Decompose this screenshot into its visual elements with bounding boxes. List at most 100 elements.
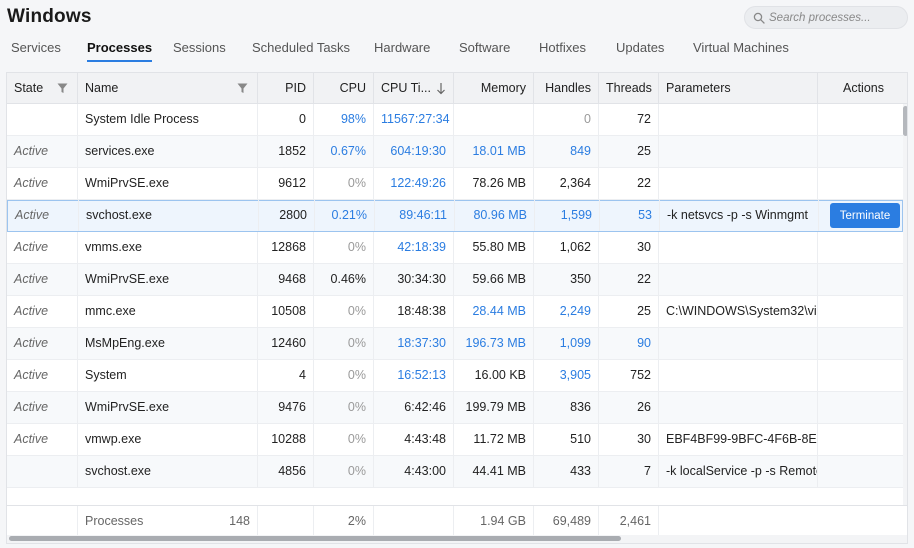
tab-scheduled-tasks[interactable]: Scheduled Tasks (252, 40, 350, 62)
table-row[interactable]: Active services.exe 1852 0.67% 604:19:30 18.0… (7, 136, 903, 168)
summary-threads: 2,461 (599, 506, 659, 536)
table-row[interactable]: Active WmiPrvSE.exe 9468 0.46% 30:34:30 59.66… (7, 264, 903, 296)
table-row[interactable]: Active mmc.exe 10508 0% 18:48:38 28.44 MB 2,24… (7, 296, 903, 328)
horizontal-scroll-thumb[interactable] (9, 536, 621, 541)
cell-pid: 2800 (259, 200, 315, 231)
cell-state: Active (7, 136, 78, 167)
cell-cpu-time: 11567:27:34 (374, 104, 454, 135)
cell-pid: 12460 (258, 328, 314, 359)
terminate-button[interactable]: Terminate (830, 203, 900, 228)
cell-name: MsMpEng.exe (78, 328, 258, 359)
summary-memory: 1.94 GB (454, 506, 534, 536)
summary-processes: Processes 148 (78, 506, 258, 536)
cell-actions (818, 360, 903, 391)
cell-name: vmms.exe (78, 232, 258, 263)
table-row[interactable]: svchost.exe 4856 0% 4:43:00 44.41 MB 433 7 -k l… (7, 456, 903, 488)
cell-parameters (659, 264, 818, 295)
cell-cpu: 0% (314, 232, 374, 263)
cell-parameters (659, 136, 818, 167)
cell-state: Active (7, 392, 78, 423)
cell-cpu-time: 30:34:30 (374, 264, 454, 295)
column-header-threads[interactable]: Threads (599, 73, 659, 104)
cell-cpu-time: 122:49:26 (374, 168, 454, 199)
tab-hotfixes[interactable]: Hotfixes (539, 40, 586, 62)
tab-hardware[interactable]: Hardware (374, 40, 430, 62)
tab-virtual-machines[interactable]: Virtual Machines (693, 40, 789, 62)
table-row[interactable]: Active vmms.exe 12868 0% 42:18:39 55.80 MB 1,0… (7, 232, 903, 264)
cell-cpu-time: 604:19:30 (374, 136, 454, 167)
cell-handles: 849 (534, 136, 599, 167)
column-label: State (14, 81, 44, 95)
tab-services[interactable]: Services (11, 40, 61, 62)
search-input[interactable] (769, 11, 909, 24)
summary-cpu: 2% (314, 506, 374, 536)
filter-icon[interactable] (237, 83, 248, 94)
cell-cpu-time: 16:52:13 (374, 360, 454, 391)
column-header-memory[interactable]: Memory (454, 73, 534, 104)
table-row[interactable]: Active WmiPrvSE.exe 9476 0% 6:42:46 199.79 MB… (7, 392, 903, 424)
table-row[interactable]: Active MsMpEng.exe 12460 0% 18:37:30 196.73 M… (7, 328, 903, 360)
table-row-selected[interactable]: Active svchost.exe 2800 0.21% 89:46:11 80.96 … (7, 200, 903, 232)
cell-state: Active (7, 296, 78, 327)
column-header-pid[interactable]: PID (258, 73, 314, 104)
cell-parameters (659, 328, 818, 359)
vertical-scroll-thumb[interactable] (903, 106, 907, 136)
cell-pid: 1852 (258, 136, 314, 167)
cell-cpu: 0% (314, 360, 374, 391)
table-row[interactable]: Active vmwp.exe 10288 0% 4:43:48 11.72 MB 510 3… (7, 424, 903, 456)
tab-processes[interactable]: Processes (87, 40, 153, 62)
cell-cpu: 98% (314, 104, 374, 135)
search-icon (753, 12, 765, 24)
cell-cpu: 0.67% (314, 136, 374, 167)
cell-handles: 3,905 (534, 360, 599, 391)
tab-sessions[interactable]: Sessions (173, 40, 226, 62)
cell-state (7, 104, 78, 135)
cell-state: Active (7, 328, 78, 359)
column-header-cpu-time[interactable]: CPU Ti... (374, 73, 454, 104)
cell-threads: 22 (599, 264, 659, 295)
cell-handles: 2,249 (534, 296, 599, 327)
column-header-handles[interactable]: Handles (534, 73, 599, 104)
column-header-parameters[interactable]: Parameters (659, 73, 818, 104)
cell-pid: 12868 (258, 232, 314, 263)
cell-memory: 55.80 MB (454, 232, 534, 263)
cell-threads: 30 (599, 424, 659, 455)
cell-threads: 22 (599, 168, 659, 199)
vertical-scrollbar[interactable] (903, 104, 907, 505)
cell-name: services.exe (78, 136, 258, 167)
cell-parameters (659, 392, 818, 423)
column-header-cpu[interactable]: CPU (314, 73, 374, 104)
cell-cpu: 0% (314, 456, 374, 487)
search-box[interactable] (744, 6, 909, 29)
tab-updates[interactable]: Updates (616, 40, 664, 62)
table-row[interactable]: Active System 4 0% 16:52:13 16.00 KB 3,905 752 (7, 360, 903, 392)
filter-icon[interactable] (57, 83, 68, 94)
grid-header: State Name PID CPU CPU Ti... Memory Hand… (7, 73, 907, 104)
cell-name: vmwp.exe (78, 424, 258, 455)
cell-pid: 9612 (258, 168, 314, 199)
cell-name: WmiPrvSE.exe (78, 264, 258, 295)
column-header-name[interactable]: Name (78, 73, 258, 104)
column-header-state[interactable]: State (7, 73, 78, 104)
column-header-actions: Actions (843, 81, 884, 95)
summary-pid (258, 506, 314, 536)
cell-cpu-time: 18:48:38 (374, 296, 454, 327)
cell-state: Active (8, 200, 79, 231)
cell-memory (454, 104, 534, 135)
cell-memory: 196.73 MB (454, 328, 534, 359)
cell-cpu-time: 6:42:46 (374, 392, 454, 423)
process-grid: State Name PID CPU CPU Ti... Memory Hand… (6, 72, 908, 544)
cell-handles: 1,599 (535, 200, 600, 231)
cell-cpu: 0% (314, 328, 374, 359)
cell-actions (818, 296, 903, 327)
cell-threads: 30 (599, 232, 659, 263)
summary-empty (7, 506, 78, 536)
tab-software[interactable]: Software (459, 40, 510, 62)
cell-actions (818, 168, 903, 199)
cell-handles: 2,364 (534, 168, 599, 199)
cell-parameters: EBF4BF99-9BFC-4F6B-8E0D-2 (659, 424, 818, 455)
table-row[interactable]: Active WmiPrvSE.exe 9612 0% 122:49:26 78.26 M… (7, 168, 903, 200)
cell-memory: 18.01 MB (454, 136, 534, 167)
cell-memory: 78.26 MB (454, 168, 534, 199)
table-row[interactable]: System Idle Process 0 98% 11567:27:34 0 72 (7, 104, 903, 136)
